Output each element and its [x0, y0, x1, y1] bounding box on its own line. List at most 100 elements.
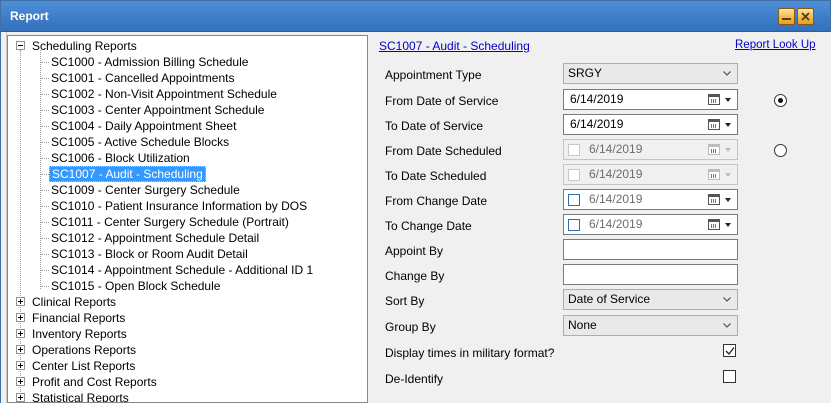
expand-icon[interactable] — [16, 313, 25, 322]
tree-node-clinical-reports[interactable]: Clinical Reports — [8, 294, 208, 310]
expand-icon[interactable] — [16, 377, 25, 386]
appoint-by-input[interactable] — [563, 239, 738, 260]
from-date-of-service-value: 6/14/2019 — [570, 92, 624, 106]
tree-node-label: SC1012 - Appointment Schedule Detail — [51, 231, 260, 245]
tree-node-sc1009[interactable]: SC1009 - Center Surgery Schedule — [8, 182, 338, 198]
to-date-scheduled-label: To Date Scheduled — [385, 169, 487, 183]
tree-node-center-list-reports[interactable]: Center List Reports — [8, 358, 208, 374]
calendar-icon[interactable] — [708, 94, 720, 105]
collapse-icon[interactable] — [16, 41, 25, 50]
calendar-icon[interactable] — [708, 119, 720, 130]
tree-node-profit-and-cost-reports[interactable]: Profit and Cost Reports — [8, 374, 208, 390]
de-identify-checkbox[interactable] — [723, 370, 736, 383]
from-change-date-picker[interactable]: 6/14/2019 — [563, 189, 738, 210]
tree-node-label: SC1013 - Block or Room Audit Detail — [51, 247, 248, 261]
tree-node-label: SC1005 - Active Schedule Blocks — [51, 135, 230, 149]
de-identify-label: De-Identify — [385, 372, 444, 386]
tree-node-sc1000[interactable]: SC1000 - Admission Billing Schedule — [8, 54, 338, 70]
tree-node-label: Operations Reports — [32, 343, 137, 357]
to-change-date-picker[interactable]: 6/14/2019 — [563, 214, 738, 235]
to-date-of-service-picker[interactable]: 6/14/2019 — [563, 114, 738, 135]
tree-node-statistical-reports[interactable]: Statistical Reports — [8, 390, 208, 403]
appoint-by-label: Appoint By — [385, 244, 444, 258]
dropdown-arrow-icon[interactable] — [725, 98, 731, 102]
tree-node-label: SC1015 - Open Block Schedule — [51, 279, 221, 293]
tree-node-label: SC1000 - Admission Billing Schedule — [51, 55, 249, 69]
expand-icon[interactable] — [16, 329, 25, 338]
sort-by-value: Date of Service — [568, 292, 651, 306]
chevron-down-icon — [723, 71, 731, 76]
tree-connector — [41, 78, 49, 79]
report-tree[interactable]: Scheduling Reports SC1000 - Admission Bi… — [7, 35, 368, 403]
tree-node-sc1002[interactable]: SC1002 - Non-Visit Appointment Schedule — [8, 86, 338, 102]
tree-node-label: Clinical Reports — [32, 295, 117, 309]
report-lookup-link[interactable]: Report Look Up — [735, 39, 816, 51]
to-change-date-checkbox[interactable] — [568, 219, 580, 231]
date-of-service-radio[interactable] — [774, 94, 787, 107]
to-date-scheduled-value: 6/14/2019 — [589, 167, 643, 181]
military-time-checkbox[interactable] — [723, 344, 736, 357]
tree-node-label: Financial Reports — [32, 311, 126, 325]
dropdown-arrow-icon — [725, 148, 731, 152]
tree-node-label: Statistical Reports — [32, 391, 129, 403]
from-date-scheduled-checkbox[interactable] — [568, 144, 580, 156]
appointment-type-select[interactable]: SRGY — [563, 63, 738, 84]
appointment-type-value: SRGY — [568, 66, 603, 80]
tree-node-financial-reports[interactable]: Financial Reports — [8, 310, 208, 326]
report-title-link[interactable]: SC1007 - Audit - Scheduling — [379, 39, 530, 53]
tree-node-sc1010[interactable]: SC1010 - Patient Insurance Information b… — [8, 198, 338, 214]
tree-connector — [41, 254, 49, 255]
tree-node-label: SC1011 - Center Surgery Schedule (Portra… — [51, 215, 289, 229]
tree-connector — [41, 270, 49, 271]
tree-node-scheduling-reports[interactable]: Scheduling Reports — [8, 38, 208, 54]
minimize-button[interactable] — [778, 8, 795, 25]
sort-by-select[interactable]: Date of Service — [563, 289, 738, 310]
tree-node-sc1013[interactable]: SC1013 - Block or Room Audit Detail — [8, 246, 338, 262]
dropdown-arrow-icon[interactable] — [725, 123, 731, 127]
expand-icon[interactable] — [16, 361, 25, 370]
to-change-date-label: To Change Date — [385, 219, 472, 233]
to-date-scheduled-picker[interactable]: 6/14/2019 — [563, 164, 738, 185]
tree-connector — [41, 110, 49, 111]
close-button[interactable] — [797, 8, 814, 25]
from-change-date-checkbox[interactable] — [568, 194, 580, 206]
change-by-input[interactable] — [563, 264, 738, 285]
expand-icon[interactable] — [16, 297, 25, 306]
appointment-type-label: Appointment Type — [385, 68, 482, 82]
from-date-scheduled-picker[interactable]: 6/14/2019 — [563, 139, 738, 160]
group-by-select[interactable]: None — [563, 315, 738, 336]
to-date-of-service-label: To Date of Service — [385, 119, 484, 133]
calendar-icon[interactable] — [708, 194, 720, 205]
checkmark-icon — [725, 347, 735, 355]
expand-icon[interactable] — [16, 345, 25, 354]
tree-node-sc1012[interactable]: SC1012 - Appointment Schedule Detail — [8, 230, 338, 246]
tree-node-sc1004[interactable]: SC1004 - Daily Appointment Sheet — [8, 118, 338, 134]
calendar-icon[interactable] — [708, 219, 720, 230]
tree-node-label: SC1010 - Patient Insurance Information b… — [51, 199, 308, 213]
date-scheduled-radio[interactable] — [774, 144, 787, 157]
to-date-scheduled-checkbox[interactable] — [568, 169, 580, 181]
window-title: Report — [10, 9, 49, 23]
from-date-of-service-picker[interactable]: 6/14/2019 — [563, 89, 738, 110]
tree-node-sc1007-selected[interactable]: SC1007 - Audit - Scheduling — [8, 166, 338, 182]
calendar-icon — [708, 144, 720, 155]
tree-node-label: SC1002 - Non-Visit Appointment Schedule — [51, 87, 277, 101]
tree-node-sc1005[interactable]: SC1005 - Active Schedule Blocks — [8, 134, 338, 150]
tree-connector — [41, 286, 49, 287]
dropdown-arrow-icon[interactable] — [725, 223, 731, 227]
tree-node-label: Inventory Reports — [32, 327, 127, 341]
military-time-label: Display times in military format? — [385, 346, 555, 360]
tree-node-sc1014[interactable]: SC1014 - Appointment Schedule - Addition… — [8, 262, 348, 278]
tree-node-sc1011[interactable]: SC1011 - Center Surgery Schedule (Portra… — [8, 214, 338, 230]
expand-icon[interactable] — [16, 393, 25, 402]
from-change-date-label: From Change Date — [385, 194, 488, 208]
tree-connector — [41, 62, 49, 63]
tree-node-sc1015[interactable]: SC1015 - Open Block Schedule — [8, 278, 338, 294]
dropdown-arrow-icon[interactable] — [725, 198, 731, 202]
tree-node-sc1006[interactable]: SC1006 - Block Utilization — [8, 150, 338, 166]
tree-node-sc1001[interactable]: SC1001 - Cancelled Appointments — [8, 70, 338, 86]
tree-node-inventory-reports[interactable]: Inventory Reports — [8, 326, 208, 342]
tree-connector — [41, 158, 49, 159]
tree-node-sc1003[interactable]: SC1003 - Center Appointment Schedule — [8, 102, 338, 118]
tree-node-operations-reports[interactable]: Operations Reports — [8, 342, 208, 358]
